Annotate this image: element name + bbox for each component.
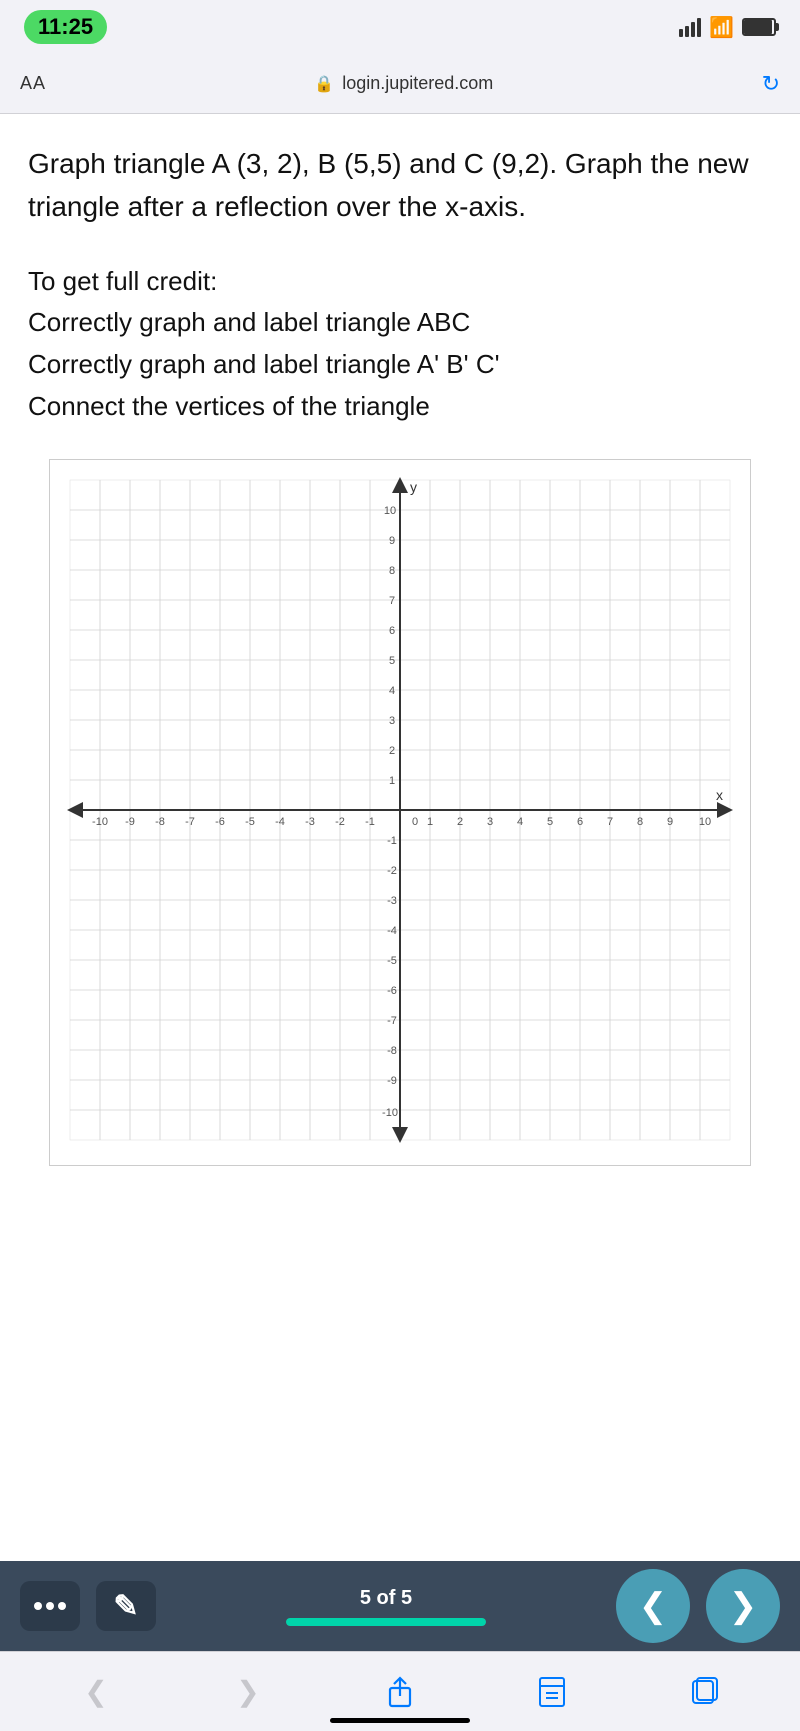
graph-wrapper: -10 -9 -8 -7 -6 -5 -4 -3 -2 -1 0 1 2 3 4… bbox=[49, 459, 751, 1166]
status-icons: 📶 bbox=[679, 15, 776, 40]
progress-bar-fill bbox=[286, 1618, 486, 1626]
x-label-neg4: -4 bbox=[275, 816, 285, 828]
browser-forward-button[interactable]: ❯ bbox=[218, 1667, 278, 1717]
y-label-neg9: -9 bbox=[387, 1075, 397, 1087]
more-options-button[interactable] bbox=[20, 1581, 80, 1631]
x-label-8: 8 bbox=[637, 816, 643, 828]
x-label-neg5: -5 bbox=[245, 816, 255, 828]
e-button[interactable]: ✎ bbox=[96, 1581, 156, 1631]
x-label-neg8: -8 bbox=[155, 816, 165, 828]
main-content: Graph triangle A (3, 2), B (5,5) and C (… bbox=[0, 114, 800, 1166]
refresh-icon[interactable]: ↻ bbox=[762, 71, 780, 97]
dot1 bbox=[34, 1602, 42, 1610]
signal-strength-icon bbox=[679, 17, 701, 37]
x-label-7: 7 bbox=[607, 816, 613, 828]
credit-section: To get full credit: Correctly graph and … bbox=[28, 261, 772, 427]
x-label-0: 0 bbox=[412, 816, 418, 828]
y-axis-label: y bbox=[410, 479, 417, 495]
page-label: 5 of 5 bbox=[360, 1587, 412, 1610]
credit-title: To get full credit: bbox=[28, 261, 772, 303]
dot3 bbox=[58, 1602, 66, 1610]
address-bar: AA 🔒 login.jupitered.com ↻ bbox=[0, 54, 800, 114]
x-label-10: 10 bbox=[699, 816, 711, 828]
bottom-nav-bar: ✎ 5 of 5 ❮ ❯ bbox=[0, 1561, 800, 1651]
dot2 bbox=[46, 1602, 54, 1610]
y-label-9: 9 bbox=[389, 535, 395, 547]
credit-line-3: Connect the vertices of the triangle bbox=[28, 386, 772, 428]
tabs-button[interactable] bbox=[674, 1667, 734, 1717]
credit-line-2: Correctly graph and label triangle A' B'… bbox=[28, 344, 772, 386]
browser-back-button[interactable]: ❮ bbox=[66, 1667, 126, 1717]
nav-progress-section: 5 of 5 bbox=[172, 1587, 600, 1626]
x-label-neg9: -9 bbox=[125, 816, 135, 828]
lock-icon: 🔒 bbox=[314, 74, 334, 94]
x-label-neg7: -7 bbox=[185, 816, 195, 828]
x-label-1: 1 bbox=[427, 816, 433, 828]
x-label-neg2: -2 bbox=[335, 816, 345, 828]
y-label-5: 5 bbox=[389, 655, 395, 667]
coordinate-graph[interactable]: -10 -9 -8 -7 -6 -5 -4 -3 -2 -1 0 1 2 3 4… bbox=[60, 470, 740, 1150]
home-indicator bbox=[330, 1718, 470, 1723]
x-label-3: 3 bbox=[487, 816, 493, 828]
url-bar[interactable]: 🔒 login.jupitered.com bbox=[314, 73, 493, 94]
x-label-neg1: -1 bbox=[365, 816, 375, 828]
y-label-neg4: -4 bbox=[387, 925, 397, 937]
y-label-neg2: -2 bbox=[387, 865, 397, 877]
e-icon: ✎ bbox=[113, 1589, 138, 1624]
x-label-2: 2 bbox=[457, 816, 463, 828]
x-label-4: 4 bbox=[517, 816, 523, 828]
credit-line-1: Correctly graph and label triangle ABC bbox=[28, 302, 772, 344]
y-label-6: 6 bbox=[389, 625, 395, 637]
aa-label[interactable]: AA bbox=[20, 73, 46, 94]
y-label-10: 10 bbox=[384, 505, 396, 517]
y-label-3: 3 bbox=[389, 715, 395, 727]
y-label-4: 4 bbox=[389, 685, 395, 697]
y-label-7: 7 bbox=[389, 595, 395, 607]
x-label-5: 5 bbox=[547, 816, 553, 828]
x-label-neg6: -6 bbox=[215, 816, 225, 828]
x-label-6: 6 bbox=[577, 816, 583, 828]
y-label-1: 1 bbox=[389, 775, 395, 787]
y-label-2: 2 bbox=[389, 745, 395, 757]
status-bar: 11:25 📶 bbox=[0, 0, 800, 54]
x-label-neg3: -3 bbox=[305, 816, 315, 828]
wifi-icon: 📶 bbox=[709, 15, 734, 40]
y-label-neg3: -3 bbox=[387, 895, 397, 907]
y-label-neg8: -8 bbox=[387, 1045, 397, 1057]
url-text: login.jupitered.com bbox=[342, 73, 493, 94]
y-label-neg7: -7 bbox=[387, 1015, 397, 1027]
battery-icon bbox=[742, 18, 776, 36]
y-label-neg10: -10 bbox=[382, 1107, 398, 1119]
graph-container: -10 -9 -8 -7 -6 -5 -4 -3 -2 -1 0 1 2 3 4… bbox=[28, 459, 772, 1166]
bookmarks-button[interactable] bbox=[522, 1667, 582, 1717]
share-button[interactable] bbox=[370, 1667, 430, 1717]
y-label-neg5: -5 bbox=[387, 955, 397, 967]
progress-bar-track bbox=[286, 1618, 486, 1626]
x-label-9: 9 bbox=[667, 816, 673, 828]
y-label-8: 8 bbox=[389, 565, 395, 577]
x-axis-label: x bbox=[716, 787, 723, 803]
status-time: 11:25 bbox=[24, 10, 107, 44]
y-label-neg6: -6 bbox=[387, 985, 397, 997]
problem-statement: Graph triangle A (3, 2), B (5,5) and C (… bbox=[28, 142, 772, 229]
x-label-neg10: -10 bbox=[92, 816, 108, 828]
y-label-neg1: -1 bbox=[387, 835, 397, 847]
previous-button[interactable]: ❮ bbox=[616, 1569, 690, 1643]
next-button[interactable]: ❯ bbox=[706, 1569, 780, 1643]
